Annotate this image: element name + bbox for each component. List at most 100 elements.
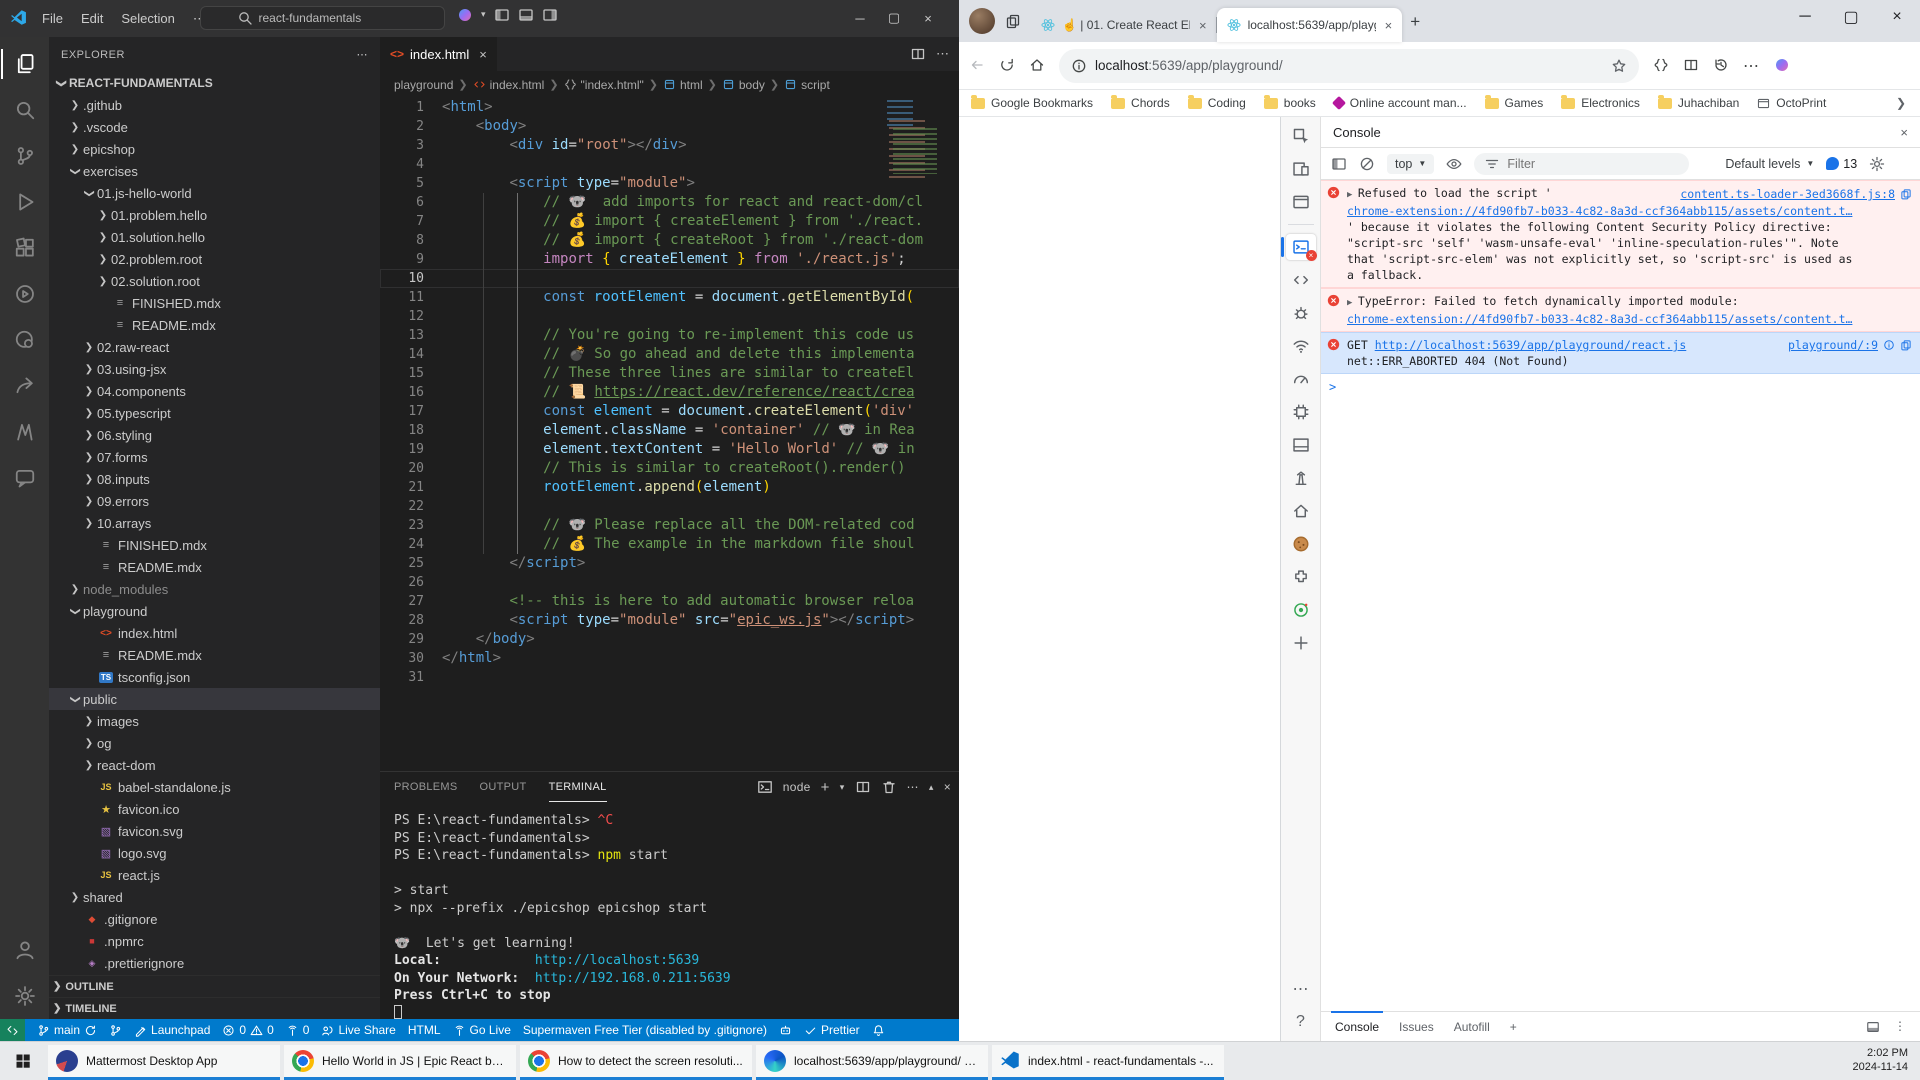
search-input[interactable] bbox=[259, 11, 409, 25]
tree-folder-03.using-jsx[interactable]: ❯03.using-jsx bbox=[49, 358, 380, 380]
browser-tab-1[interactable]: ☝ | 01. Create React Elements | 0× bbox=[1031, 8, 1217, 42]
source-link[interactable]: playground/:9 bbox=[1788, 337, 1912, 353]
panel-tab-terminal[interactable]: TERMINAL bbox=[549, 772, 607, 802]
devtools-console-icon[interactable]: × bbox=[1286, 234, 1316, 260]
devtools-detached-elements-icon[interactable] bbox=[1286, 597, 1316, 623]
activity-profiler-icon[interactable] bbox=[1, 317, 49, 363]
devtools-memory-icon[interactable] bbox=[1286, 399, 1316, 425]
devtools-debugger-icon[interactable] bbox=[1286, 300, 1316, 326]
status-git-publish[interactable] bbox=[103, 1019, 128, 1041]
kill-terminal-icon[interactable] bbox=[881, 779, 897, 795]
tree-folder-exercises[interactable]: ❯exercises bbox=[49, 160, 380, 182]
status-git-branch[interactable]: main bbox=[31, 1019, 103, 1041]
devtools-sources-icon[interactable] bbox=[1286, 267, 1316, 293]
tree-file-index.html[interactable]: <>index.html bbox=[49, 622, 380, 644]
live-expression-icon[interactable] bbox=[1446, 156, 1462, 172]
source-link[interactable]: content.ts-loader-3ed3668f.js:8 bbox=[1680, 185, 1912, 203]
status-live-share[interactable]: Live Share bbox=[315, 1019, 401, 1041]
bookmark-google-bookmarks[interactable]: Google Bookmarks bbox=[971, 96, 1093, 110]
tree-file-.gitignore[interactable]: ◆.gitignore bbox=[49, 908, 380, 930]
breadcrumb-item[interactable]: body bbox=[722, 78, 765, 92]
activity-run-and-debug-icon[interactable] bbox=[1, 179, 49, 225]
tree-file-react.js[interactable]: JSreact.js bbox=[49, 864, 380, 886]
breadcrumb-item[interactable]: html bbox=[663, 78, 703, 92]
console-filter[interactable] bbox=[1474, 153, 1689, 175]
activity-chat-icon[interactable] bbox=[1, 455, 49, 501]
breadcrumb[interactable]: playground❯index.html❯"index.html"❯html❯… bbox=[380, 71, 959, 98]
activity-extensions-icon[interactable] bbox=[1, 225, 49, 271]
tree-folder-01.problem.hello[interactable]: ❯01.problem.hello bbox=[49, 204, 380, 226]
devtools-network-icon[interactable] bbox=[1286, 333, 1316, 359]
status-problems[interactable]: 00 bbox=[216, 1019, 279, 1041]
taskbar-mattermost[interactable]: Mattermost Desktop App bbox=[48, 1045, 280, 1080]
bookmark-coding[interactable]: Coding bbox=[1188, 96, 1246, 110]
split-screen-icon[interactable] bbox=[1683, 57, 1699, 75]
breadcrumb-item[interactable]: playground bbox=[394, 78, 453, 92]
close-button[interactable]: × bbox=[911, 5, 945, 31]
tree-folder-.github[interactable]: ❯.github bbox=[49, 94, 380, 116]
devtools-inspect-icon[interactable] bbox=[1286, 123, 1316, 149]
breadcrumb-item[interactable]: index.html bbox=[473, 78, 545, 92]
tree-folder-epicshop[interactable]: ❯epicshop bbox=[49, 138, 380, 160]
history-icon[interactable] bbox=[1713, 57, 1729, 75]
tree-file-tsconfig.json[interactable]: TStsconfig.json bbox=[49, 666, 380, 688]
console-message-2[interactable]: ▶ TypeError: Failed to fetch dynamically… bbox=[1321, 288, 1920, 332]
tree-folder-02.raw-react[interactable]: ❯02.raw-react bbox=[49, 336, 380, 358]
new-tab-button[interactable]: + bbox=[1410, 12, 1420, 32]
bookmark-electronics[interactable]: Electronics bbox=[1561, 96, 1640, 110]
drawer-tab-add[interactable]: + bbox=[1510, 1020, 1517, 1034]
browser-tab-2[interactable]: localhost:5639/app/playground/× bbox=[1217, 8, 1403, 42]
tree-folder-04.components[interactable]: ❯04.components bbox=[49, 380, 380, 402]
console-prompt[interactable]: > bbox=[1321, 374, 1920, 400]
status-go-live[interactable]: Go Live bbox=[447, 1019, 517, 1041]
code-editor[interactable]: 1<html>2 <body>3 <div id="root"></div>45… bbox=[380, 98, 959, 771]
layout-panel-icon[interactable] bbox=[518, 6, 534, 23]
taskbar-chrome[interactable]: Hello World in JS | Epic React by K... bbox=[284, 1045, 516, 1080]
activity-live-preview-icon[interactable] bbox=[1, 271, 49, 317]
activity-explorer-icon[interactable] bbox=[1, 41, 49, 87]
tree-file-readme.mdx[interactable]: ≡README.mdx bbox=[49, 644, 380, 666]
close-panel-icon[interactable]: × bbox=[944, 780, 951, 794]
layout-sidebar-left-icon[interactable] bbox=[494, 6, 510, 23]
devtools-home-icon[interactable] bbox=[1286, 498, 1316, 524]
tree-folder-01.js-hello-world[interactable]: ❯01.js-hello-world bbox=[49, 182, 380, 204]
sidebar-section-outline[interactable]: ❯OUTLINE bbox=[49, 975, 380, 997]
bookmark-octoprint[interactable]: OctoPrint bbox=[1757, 96, 1826, 110]
activity-settings-icon[interactable] bbox=[1, 973, 49, 1019]
tree-folder-public[interactable]: ❯public bbox=[49, 688, 380, 710]
system-clock[interactable]: 2:02 PM 2024-11-14 bbox=[1853, 1042, 1920, 1080]
bookmark-chords[interactable]: Chords bbox=[1111, 96, 1170, 110]
bookmark-juhachiban[interactable]: Juhachiban bbox=[1658, 96, 1739, 110]
tree-file-babel-standalone.js[interactable]: JSbabel-standalone.js bbox=[49, 776, 380, 798]
tab-actions-icon[interactable] bbox=[1005, 12, 1021, 30]
issues-counter[interactable]: 13 bbox=[1826, 157, 1857, 171]
status-ports[interactable]: 0 bbox=[280, 1019, 316, 1041]
tree-folder-05.typescript[interactable]: ❯05.typescript bbox=[49, 402, 380, 424]
site-info-icon[interactable] bbox=[1071, 57, 1087, 73]
tree-folder-react-fundamentals[interactable]: ❯REACT-FUNDAMENTALS bbox=[49, 72, 380, 94]
devtools-lighthouse-icon[interactable] bbox=[1286, 465, 1316, 491]
devtools-more-icon[interactable]: ⋯ bbox=[1286, 976, 1316, 1002]
activity-source-control-icon[interactable] bbox=[1, 133, 49, 179]
activity-accounts-icon[interactable] bbox=[1, 927, 49, 973]
taskbar-edge[interactable]: localhost:5639/app/playground/ a... bbox=[756, 1045, 988, 1080]
tree-folder-playground[interactable]: ❯playground bbox=[49, 600, 380, 622]
breadcrumb-item[interactable]: "index.html" bbox=[564, 78, 644, 92]
context-selector[interactable]: top ▼ bbox=[1387, 154, 1434, 174]
status-launchpad[interactable]: Launchpad bbox=[128, 1019, 216, 1041]
status-notifications[interactable] bbox=[866, 1019, 891, 1041]
start-button[interactable] bbox=[0, 1042, 46, 1080]
menu-edit[interactable]: Edit bbox=[72, 11, 112, 26]
devtools-help-icon[interactable]: ? bbox=[1286, 1009, 1316, 1035]
tree-file-.npmrc[interactable]: ■.npmrc bbox=[49, 930, 380, 952]
drawer-tab-console[interactable]: Console bbox=[1335, 1020, 1379, 1034]
chevron-down-icon[interactable]: ▾ bbox=[481, 9, 486, 20]
terminal-output[interactable]: PS E:\react-fundamentals> ^CPS E:\react-… bbox=[380, 802, 959, 1022]
bookmark-books[interactable]: books bbox=[1264, 96, 1316, 110]
minimize-button[interactable]: ─ bbox=[843, 5, 877, 31]
status-remote[interactable] bbox=[0, 1019, 25, 1041]
browser-copilot-icon[interactable] bbox=[1774, 57, 1790, 75]
taskbar-vscode[interactable]: index.html - react-fundamentals -... bbox=[992, 1045, 1224, 1080]
browser-minimize-button[interactable]: ─ bbox=[1782, 0, 1828, 34]
favorite-star-icon[interactable] bbox=[1611, 57, 1627, 74]
